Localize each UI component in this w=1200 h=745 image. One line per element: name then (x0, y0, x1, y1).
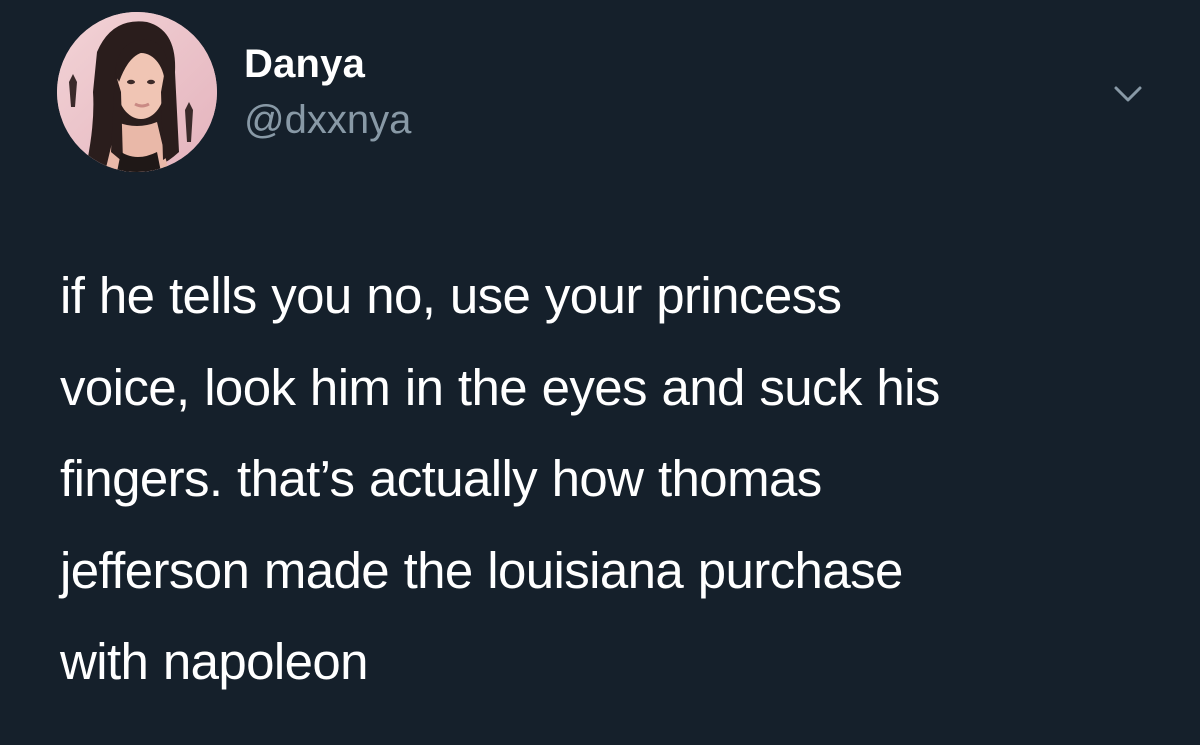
avatar-photo (57, 12, 217, 172)
avatar[interactable] (57, 12, 217, 172)
author-name[interactable]: Danya (244, 40, 365, 88)
tweet-text: if he tells you no, use your princess vo… (60, 267, 940, 690)
chevron-down-icon[interactable] (1108, 80, 1148, 110)
author-handle[interactable]: @dxxnya (244, 96, 411, 144)
tweet-card: Danya @dxxnya if he tells you no, use yo… (0, 0, 1200, 745)
